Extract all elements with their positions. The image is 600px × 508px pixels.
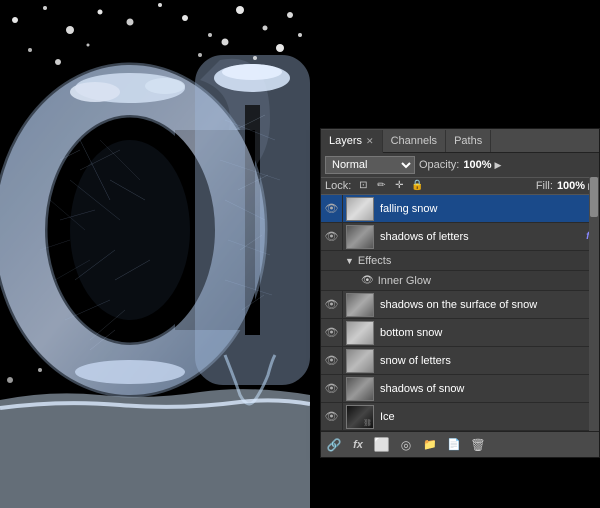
- layer-visibility-snow-letters[interactable]: 👁: [321, 347, 343, 374]
- opacity-label: Opacity:: [419, 159, 459, 171]
- add-mask-button[interactable]: ⬜: [373, 436, 391, 454]
- opacity-control: Opacity: 100% ▶: [419, 159, 501, 171]
- lock-row: Lock: ⊡ ✏ ✛ 🔒 Fill: 100% ▶: [321, 178, 599, 195]
- lock-label: Lock:: [325, 180, 351, 192]
- layer-item-snow-letters[interactable]: 👁 snow of letters: [321, 347, 599, 375]
- new-group-button[interactable]: 📁: [421, 436, 439, 454]
- layer-thumb-ice: ⛓: [346, 405, 374, 429]
- layer-name-falling-snow: falling snow: [377, 203, 599, 215]
- layer-item-shadows-letters[interactable]: 👁 shadows of letters fx: [321, 223, 599, 251]
- layer-thumb-shadows-surface: [346, 293, 374, 317]
- adjustment-button[interactable]: ◎: [397, 436, 415, 454]
- lock-all-icon[interactable]: 🔒: [411, 180, 423, 192]
- layer-thumb-bottom-snow: [346, 321, 374, 345]
- effect-name-inner-glow: Inner Glow: [378, 275, 431, 287]
- layer-thumb-falling-snow: [346, 197, 374, 221]
- new-layer-button[interactable]: 📄: [445, 436, 463, 454]
- layer-name-ice: Ice: [377, 411, 599, 423]
- layers-panel: Layers ✕ Channels Paths Normal Multiply …: [320, 128, 600, 458]
- layer-item-shadows-surface[interactable]: 👁 shadows on the surface of snow: [321, 291, 599, 319]
- tab-channels[interactable]: Channels: [383, 130, 446, 152]
- layer-visibility-shadows-letters[interactable]: 👁: [321, 223, 343, 250]
- layer-name-shadows-letters: shadows of letters: [377, 231, 586, 243]
- blend-mode-select[interactable]: Normal Multiply Screen: [325, 156, 415, 174]
- tab-paths-label: Paths: [454, 135, 482, 147]
- effects-label: Effects: [358, 255, 391, 267]
- effects-triangle[interactable]: ▼: [345, 256, 354, 266]
- opacity-arrow[interactable]: ▶: [495, 160, 502, 171]
- layer-name-shadows-surface: shadows on the surface of snow: [377, 299, 599, 311]
- effect-inner-glow[interactable]: 👁 Inner Glow: [321, 271, 599, 291]
- layer-item-ice[interactable]: 👁 ⛓ Ice: [321, 403, 599, 431]
- fill-control: Fill: 100% ▶: [536, 180, 595, 192]
- panel-tabs: Layers ✕ Channels Paths: [321, 129, 599, 153]
- layer-visibility-shadows-surface[interactable]: 👁: [321, 291, 343, 318]
- tab-layers-label: Layers: [329, 135, 362, 147]
- layer-list: 👁 falling snow 👁 shadows of letters fx ▼…: [321, 195, 599, 431]
- lock-pixel-icon[interactable]: ⊡: [357, 180, 369, 192]
- delete-layer-button[interactable]: 🗑: [469, 436, 487, 454]
- layer-item-bottom-snow[interactable]: 👁 bottom snow: [321, 319, 599, 347]
- fill-value[interactable]: 100%: [557, 180, 585, 192]
- layer-thumb-shadows-snow: [346, 377, 374, 401]
- effects-header: ▼ Effects: [321, 251, 599, 271]
- panel-scroll-thumb[interactable]: [590, 177, 598, 217]
- tab-layers-close[interactable]: ✕: [366, 136, 374, 147]
- layer-item-shadows-snow[interactable]: 👁 shadows of snow: [321, 375, 599, 403]
- opacity-value[interactable]: 100%: [463, 159, 491, 171]
- panel-scrollbar[interactable]: [589, 177, 599, 431]
- panel-toolbar: 🔗 fx ⬜ ◎ 📁 📄 🗑: [321, 431, 599, 457]
- layer-name-shadows-snow: shadows of snow: [377, 383, 599, 395]
- layer-name-snow-letters: snow of letters: [377, 355, 599, 367]
- blend-mode-row: Normal Multiply Screen Opacity: 100% ▶: [321, 153, 599, 178]
- fill-label: Fill:: [536, 180, 553, 192]
- lock-move-icon[interactable]: ✛: [393, 180, 405, 192]
- tab-paths[interactable]: Paths: [446, 130, 491, 152]
- link-layers-button[interactable]: 🔗: [325, 436, 343, 454]
- layer-name-bottom-snow: bottom snow: [377, 327, 599, 339]
- lock-brush-icon[interactable]: ✏: [375, 180, 387, 192]
- fx-button[interactable]: fx: [349, 436, 367, 454]
- layer-thumb-snow-letters: [346, 349, 374, 373]
- layer-visibility-bottom-snow[interactable]: 👁: [321, 319, 343, 346]
- layer-visibility-falling-snow[interactable]: 👁: [321, 195, 343, 222]
- layer-visibility-shadows-snow[interactable]: 👁: [321, 375, 343, 402]
- tab-layers[interactable]: Layers ✕: [321, 130, 383, 153]
- effect-visibility-inner-glow[interactable]: 👁: [361, 275, 374, 286]
- layer-item-falling-snow[interactable]: 👁 falling snow: [321, 195, 599, 223]
- layer-visibility-ice[interactable]: 👁: [321, 403, 343, 430]
- layer-thumb-shadows-letters: [346, 225, 374, 249]
- tab-channels-label: Channels: [391, 135, 437, 147]
